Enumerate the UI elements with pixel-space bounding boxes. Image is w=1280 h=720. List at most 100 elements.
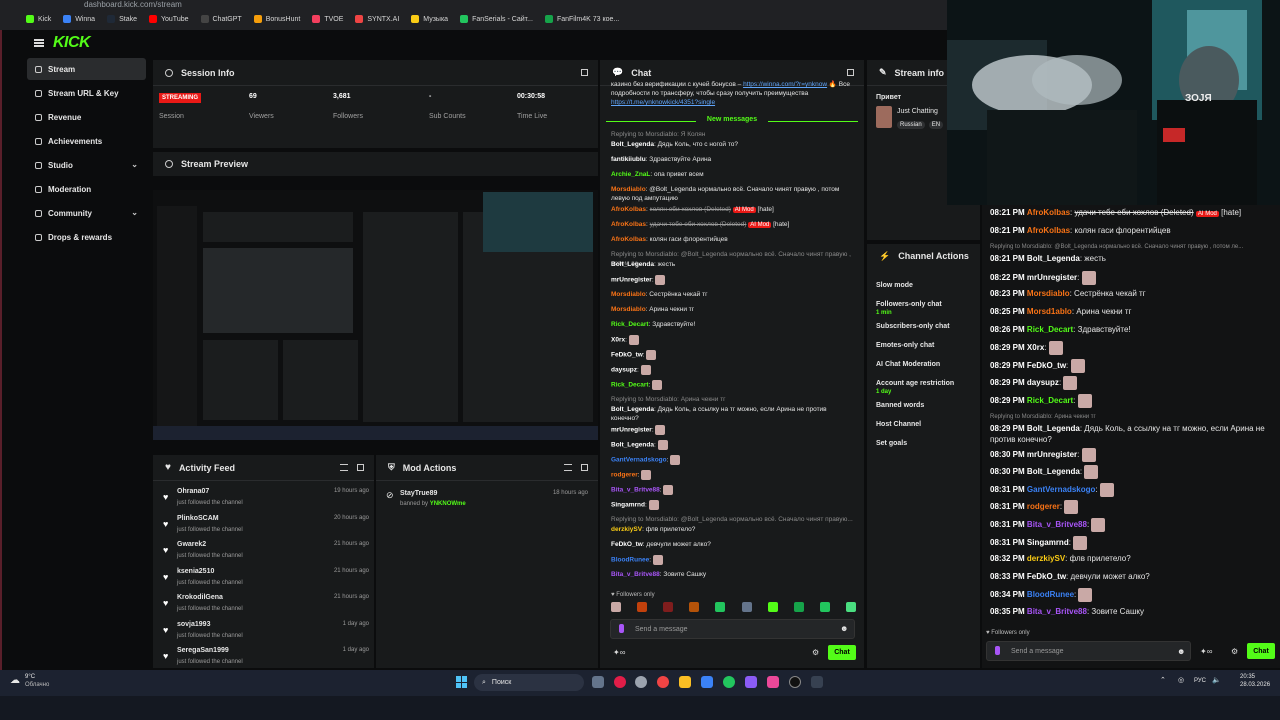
emote-icon[interactable] <box>767 602 778 612</box>
bookmark-item[interactable]: FanFilm4K 73 кое... <box>544 15 619 23</box>
chat-username[interactable]: mrUnregister <box>611 427 652 434</box>
pinned-link[interactable]: https://winna.com/?r=ynknow <box>743 81 827 88</box>
chat-username[interactable]: Archie_ZnaL <box>611 171 650 178</box>
chat-username[interactable]: Bolt_Legenda <box>611 442 654 449</box>
emote-icon[interactable] <box>689 602 700 612</box>
chat-send-button[interactable]: Chat <box>828 645 856 660</box>
settings-icon[interactable]: ⚙ <box>812 648 819 657</box>
overlay-chat-username[interactable]: Morsdiablo <box>1027 289 1070 298</box>
popout-icon[interactable] <box>581 69 588 76</box>
emoji-icon[interactable]: ☻ <box>840 624 848 633</box>
emote-icon[interactable] <box>741 602 752 612</box>
popout-icon[interactable] <box>357 464 364 471</box>
chat-message-input[interactable]: Send a message <box>610 619 855 639</box>
overlay-chat-username[interactable]: Rick_Decart <box>1027 396 1073 405</box>
overlay-chat-username[interactable]: AfroKolbas <box>1027 226 1070 235</box>
overlay-chat-username[interactable]: Bolt_Legenda <box>1027 424 1080 433</box>
overlay-chat-username[interactable]: Morsd1ablo <box>1027 307 1072 316</box>
task-view-icon[interactable] <box>592 676 604 688</box>
activity-user[interactable]: SeregaSan1999 <box>177 647 229 654</box>
overlay-chat-username[interactable]: mrUnregister <box>1027 273 1077 282</box>
emote-icon[interactable] <box>715 602 726 612</box>
bookmark-item[interactable]: Kick <box>26 15 51 23</box>
channel-action-item[interactable]: Followers-only chat 1 min <box>876 301 942 316</box>
bookmark-item[interactable]: ChatGPT <box>200 15 242 23</box>
sidebar-item[interactable]: Stream <box>27 58 146 80</box>
bookmark-item[interactable]: FanSerials - Сайт... <box>460 15 533 23</box>
tray-icon[interactable]: ◎ <box>1178 676 1184 684</box>
chat-username[interactable]: Rick_Decart <box>611 382 649 389</box>
overlay-points-icon[interactable]: ✦∞ <box>1200 647 1212 656</box>
mod-action-user[interactable]: StayTrue89 <box>400 490 437 497</box>
opera-icon[interactable] <box>614 676 626 688</box>
overlay-chat-username[interactable]: X0rx <box>1027 343 1044 352</box>
overlay-emoji-icon[interactable]: ☻ <box>1177 647 1185 656</box>
bookmark-item[interactable]: Winna <box>63 15 95 23</box>
chat-username[interactable]: AfroKolbas <box>611 206 646 213</box>
overlay-settings-icon[interactable]: ⚙ <box>1231 647 1238 656</box>
address-bar[interactable]: dashboard.kick.com/stream <box>84 0 182 10</box>
overlay-chat-username[interactable]: daysupz <box>1027 379 1059 388</box>
chat-username[interactable]: X0rx <box>611 337 625 344</box>
chat-username[interactable]: AfroKolbas <box>611 236 646 243</box>
overlay-chat-username[interactable]: Bolt_Legenda <box>1027 467 1080 476</box>
overlay-chat-username[interactable]: Bita_v_Britve88 <box>1027 607 1087 616</box>
emote-icon[interactable] <box>611 602 621 612</box>
channel-action-item[interactable]: Account age restriction 1 day <box>876 380 954 395</box>
activity-user[interactable]: PlinkoSCAM <box>177 515 219 522</box>
yandex-icon[interactable] <box>657 676 669 688</box>
chat-username[interactable]: derzkiySV <box>611 526 642 533</box>
emote-icon[interactable] <box>845 602 856 612</box>
overlay-chat-username[interactable]: Singamrnd <box>1027 538 1069 547</box>
app-icon[interactable] <box>723 676 735 688</box>
sidebar-item[interactable]: Revenue <box>27 106 146 128</box>
emote-icon[interactable] <box>793 602 804 612</box>
bookmark-item[interactable]: SYNTX.AI <box>355 15 399 23</box>
kick-logo[interactable]: KICK <box>53 34 91 52</box>
chat-username[interactable]: Rick_Decart <box>611 321 649 328</box>
chevron-down-icon[interactable]: ⌄ <box>131 208 138 217</box>
filter-icon[interactable] <box>564 464 572 471</box>
chat-username[interactable]: Singamrnd <box>611 502 645 509</box>
overlay-chat-username[interactable]: BloodRunee <box>1027 591 1074 600</box>
activity-user[interactable]: ksenia2510 <box>177 568 214 575</box>
weather-icon[interactable]: ☁ <box>10 675 20 686</box>
app-icon[interactable] <box>635 676 647 688</box>
app-icon[interactable] <box>811 676 823 688</box>
chat-username[interactable]: BloodRunee <box>611 557 649 564</box>
taskbar-search[interactable]: ⌕ Поиск <box>474 674 584 691</box>
popout-icon[interactable] <box>581 464 588 471</box>
app-icon[interactable] <box>767 676 779 688</box>
popout-icon[interactable] <box>847 69 854 76</box>
sidebar-item[interactable]: Community ⌄ <box>27 202 146 224</box>
overlay-chat-input[interactable]: Send a message <box>986 641 1191 661</box>
overlay-send-button[interactable]: Chat <box>1247 643 1275 659</box>
twitch-icon[interactable] <box>745 676 757 688</box>
overlay-chat-username[interactable]: rodgerer <box>1027 503 1060 512</box>
clock-date[interactable]: 28.03.2026 <box>1240 682 1270 688</box>
volume-icon[interactable]: 🔈 <box>1212 676 1221 684</box>
filter-icon[interactable] <box>340 464 348 471</box>
app-icon[interactable] <box>701 676 713 688</box>
chat-username[interactable]: Morsdiablo <box>611 306 646 313</box>
sidebar-item[interactable]: Stream URL & Key <box>27 82 146 104</box>
chat-username[interactable]: Bolt_Legenda <box>611 406 654 413</box>
emote-icon[interactable] <box>663 602 674 612</box>
chat-username[interactable]: FeDkO_tw <box>611 541 643 548</box>
sidebar-item[interactable]: Moderation <box>27 178 146 200</box>
chat-username[interactable]: daysupz <box>611 367 637 374</box>
bookmark-item[interactable]: Музыка <box>411 15 448 23</box>
activity-user[interactable]: KrokodilGena <box>177 594 223 601</box>
stream-preview-video[interactable] <box>153 190 598 440</box>
new-messages-divider[interactable]: New messages <box>606 116 858 126</box>
banned-by-user[interactable]: YNKNOWme <box>430 501 466 507</box>
overlay-chat-username[interactable]: AfroKolbas <box>1027 208 1070 217</box>
chat-username[interactable]: rodgerer <box>611 472 638 479</box>
overlay-chat-username[interactable]: Rick_Decart <box>1027 325 1073 334</box>
overlay-chat-username[interactable]: derzkiySV <box>1027 554 1065 563</box>
chat-username[interactable]: FeDkO_tw <box>611 352 643 359</box>
chat-username[interactable]: GantVernadskogo <box>611 457 667 464</box>
sidebar-item[interactable]: Drops & rewards <box>27 226 146 248</box>
sidebar-item[interactable]: Studio ⌄ <box>27 154 146 176</box>
clock-time[interactable]: 20:35 <box>1240 674 1255 680</box>
